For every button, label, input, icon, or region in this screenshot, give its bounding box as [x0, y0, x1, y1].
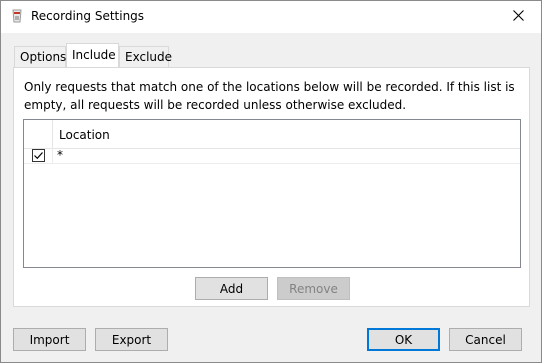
tab-exclude[interactable]: Exclude [119, 46, 172, 67]
app-icon [11, 9, 23, 24]
include-panel: Only requests that match one of the loca… [13, 67, 530, 307]
export-button[interactable]: Export [95, 328, 168, 351]
tab-include[interactable]: Include [66, 43, 119, 67]
close-icon [512, 10, 524, 24]
ok-button[interactable]: OK [367, 328, 440, 351]
add-button[interactable]: Add [195, 277, 268, 300]
column-header-location[interactable]: Location [59, 128, 110, 142]
list-header: Location [24, 120, 520, 149]
cancel-button[interactable]: Cancel [449, 328, 522, 351]
remove-button[interactable]: Remove [277, 277, 350, 300]
window-title: Recording Settings [31, 9, 145, 23]
location-cell: * [57, 148, 63, 162]
include-description: Only requests that match one of the loca… [24, 80, 515, 112]
column-divider [52, 120, 53, 148]
import-button[interactable]: Import [13, 328, 86, 351]
row-enabled-checkbox[interactable] [32, 149, 45, 162]
tab-options[interactable]: Options [14, 46, 66, 67]
recording-settings-dialog: Recording Settings Options Include Exclu… [0, 0, 542, 363]
column-divider [52, 148, 53, 163]
close-button[interactable] [495, 1, 541, 33]
title-bar: Recording Settings [1, 1, 541, 33]
checkmark-icon [34, 152, 43, 160]
table-row[interactable]: * [24, 148, 520, 164]
locations-list[interactable]: Location * [23, 119, 521, 268]
